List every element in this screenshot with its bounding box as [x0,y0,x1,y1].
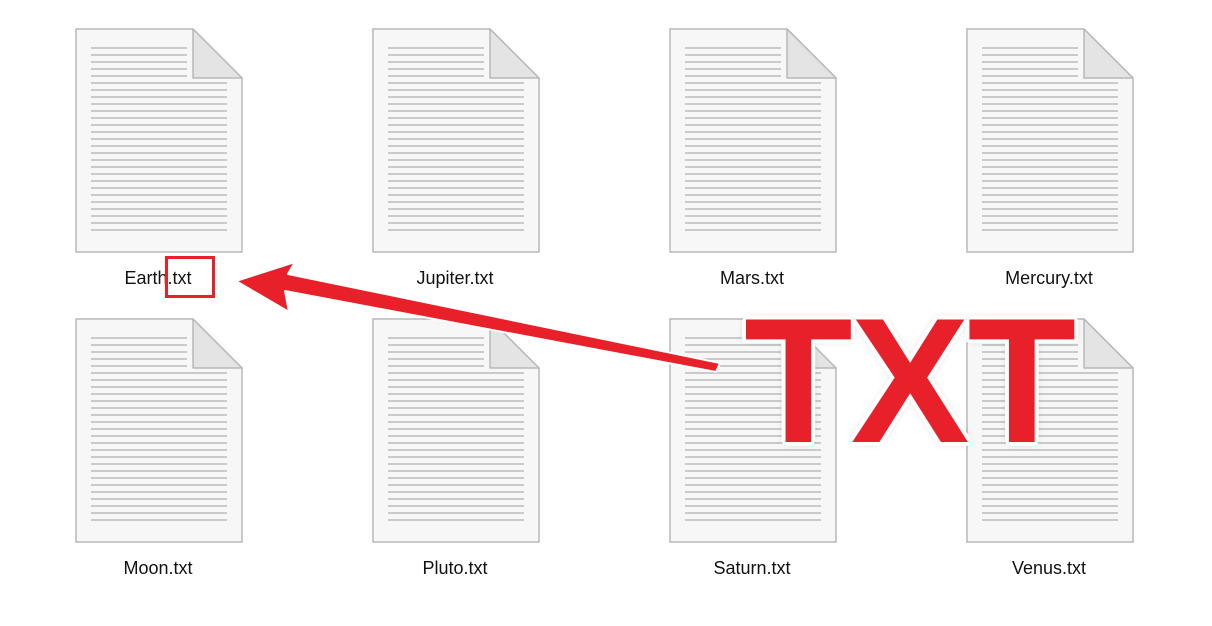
file-name: Mercury.txt [1005,268,1093,288]
text-document-icon [669,318,837,543]
text-document-icon [372,318,540,543]
file-name: Venus.txt [1011,558,1087,578]
text-document-icon [669,28,837,253]
text-document-icon [75,318,243,543]
file-item-mercury[interactable]: Mercury.txt [949,28,1149,303]
text-document-icon [966,318,1134,543]
file-item-venus[interactable]: Venus.txt [949,318,1149,593]
file-name: Jupiter.txt [416,268,494,288]
text-document-icon [75,28,243,253]
file-item-earth[interactable]: Earth.txt [58,28,258,303]
text-document-icon [966,28,1134,253]
file-item-mars[interactable]: Mars.txt [652,28,852,303]
file-name: Pluto.txt [422,558,488,578]
extension-highlight-box [165,256,215,298]
file-item-saturn[interactable]: Saturn.txt [652,318,852,593]
file-name: Saturn.txt [713,558,791,578]
file-name: Earth.txt [124,268,192,288]
text-document-icon [372,28,540,253]
file-item-jupiter[interactable]: Jupiter.txt [355,28,555,303]
file-name: Moon.txt [123,558,193,578]
file-item-pluto[interactable]: Pluto.txt [355,318,555,593]
file-name: Mars.txt [719,268,784,288]
file-item-moon[interactable]: Moon.txt [58,318,258,593]
